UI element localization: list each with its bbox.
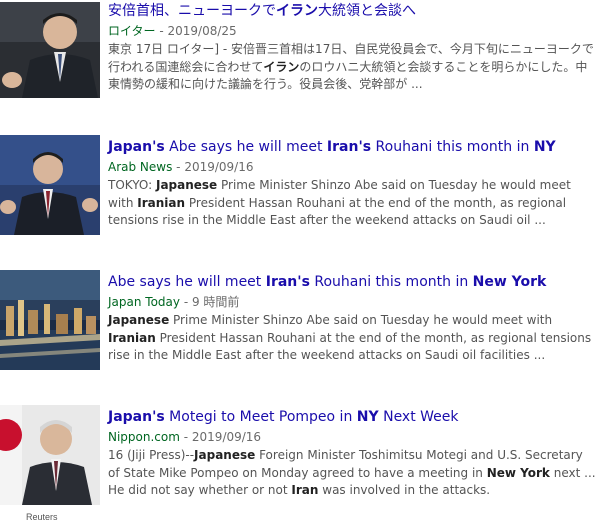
- result-date-3: 9 時間前: [191, 295, 240, 309]
- meta-separator: -: [180, 295, 192, 309]
- result-source-1[interactable]: ロイター: [108, 24, 156, 38]
- result-content-4: Japan's Motegi to Meet Pompeo in NY Next…: [108, 408, 597, 500]
- result-source-2[interactable]: Arab News: [108, 160, 172, 174]
- meta-separator: -: [155, 24, 168, 38]
- result-thumbnail-3[interactable]: [0, 270, 100, 370]
- thumbnail-caption: Reuters: [26, 512, 58, 522]
- result-title-1[interactable]: 安倍首相、ニューヨークでイラン大統領と会談へ: [108, 2, 597, 20]
- result-source-3[interactable]: Japan Today: [108, 295, 180, 309]
- result-content-2: Japan's Abe says he will meet Iran's Rou…: [108, 138, 597, 230]
- result-title-3[interactable]: Abe says he will meet Iran's Rouhani thi…: [108, 273, 597, 291]
- result-title-2[interactable]: Japan's Abe says he will meet Iran's Rou…: [108, 138, 597, 156]
- result-date-1: 2019/08/25: [167, 24, 237, 38]
- result-source-4[interactable]: Nippon.com: [108, 430, 180, 444]
- result-snippet-3: Japanese Prime Minister Shinzo Abe said …: [108, 313, 592, 362]
- result-snippet-2: TOKYO: Japanese Prime Minister Shinzo Ab…: [108, 178, 571, 227]
- result-content-1: 安倍首相、ニューヨークでイラン大統領と会談へ ロイター - 2019/08/25…: [108, 2, 597, 94]
- result-snippet-4: 16 (Jiji Press)--Japanese Foreign Minist…: [108, 448, 596, 497]
- meta-separator: -: [179, 430, 192, 444]
- result-meta-3: Japan Today - 9 時間前: [108, 294, 597, 310]
- result-title-4[interactable]: Japan's Motegi to Meet Pompeo in NY Next…: [108, 408, 597, 426]
- result-date-4: 2019/09/16: [191, 430, 262, 444]
- result-thumbnail-1[interactable]: [0, 2, 100, 98]
- result-thumbnail-4[interactable]: [0, 405, 100, 505]
- result-meta-4: Nippon.com - 2019/09/16: [108, 429, 597, 445]
- result-content-3: Abe says he will meet Iran's Rouhani thi…: [108, 273, 597, 365]
- result-meta-1: ロイター - 2019/08/25: [108, 23, 597, 39]
- result-thumbnail-2[interactable]: [0, 135, 100, 235]
- result-snippet-1: 東京 17日 ロイター] - 安倍晋三首相は17日、自民党役員会で、今月下旬にニ…: [108, 42, 594, 91]
- meta-separator: -: [172, 160, 185, 174]
- result-meta-2: Arab News - 2019/09/16: [108, 159, 597, 175]
- result-date-2: 2019/09/16: [184, 160, 254, 174]
